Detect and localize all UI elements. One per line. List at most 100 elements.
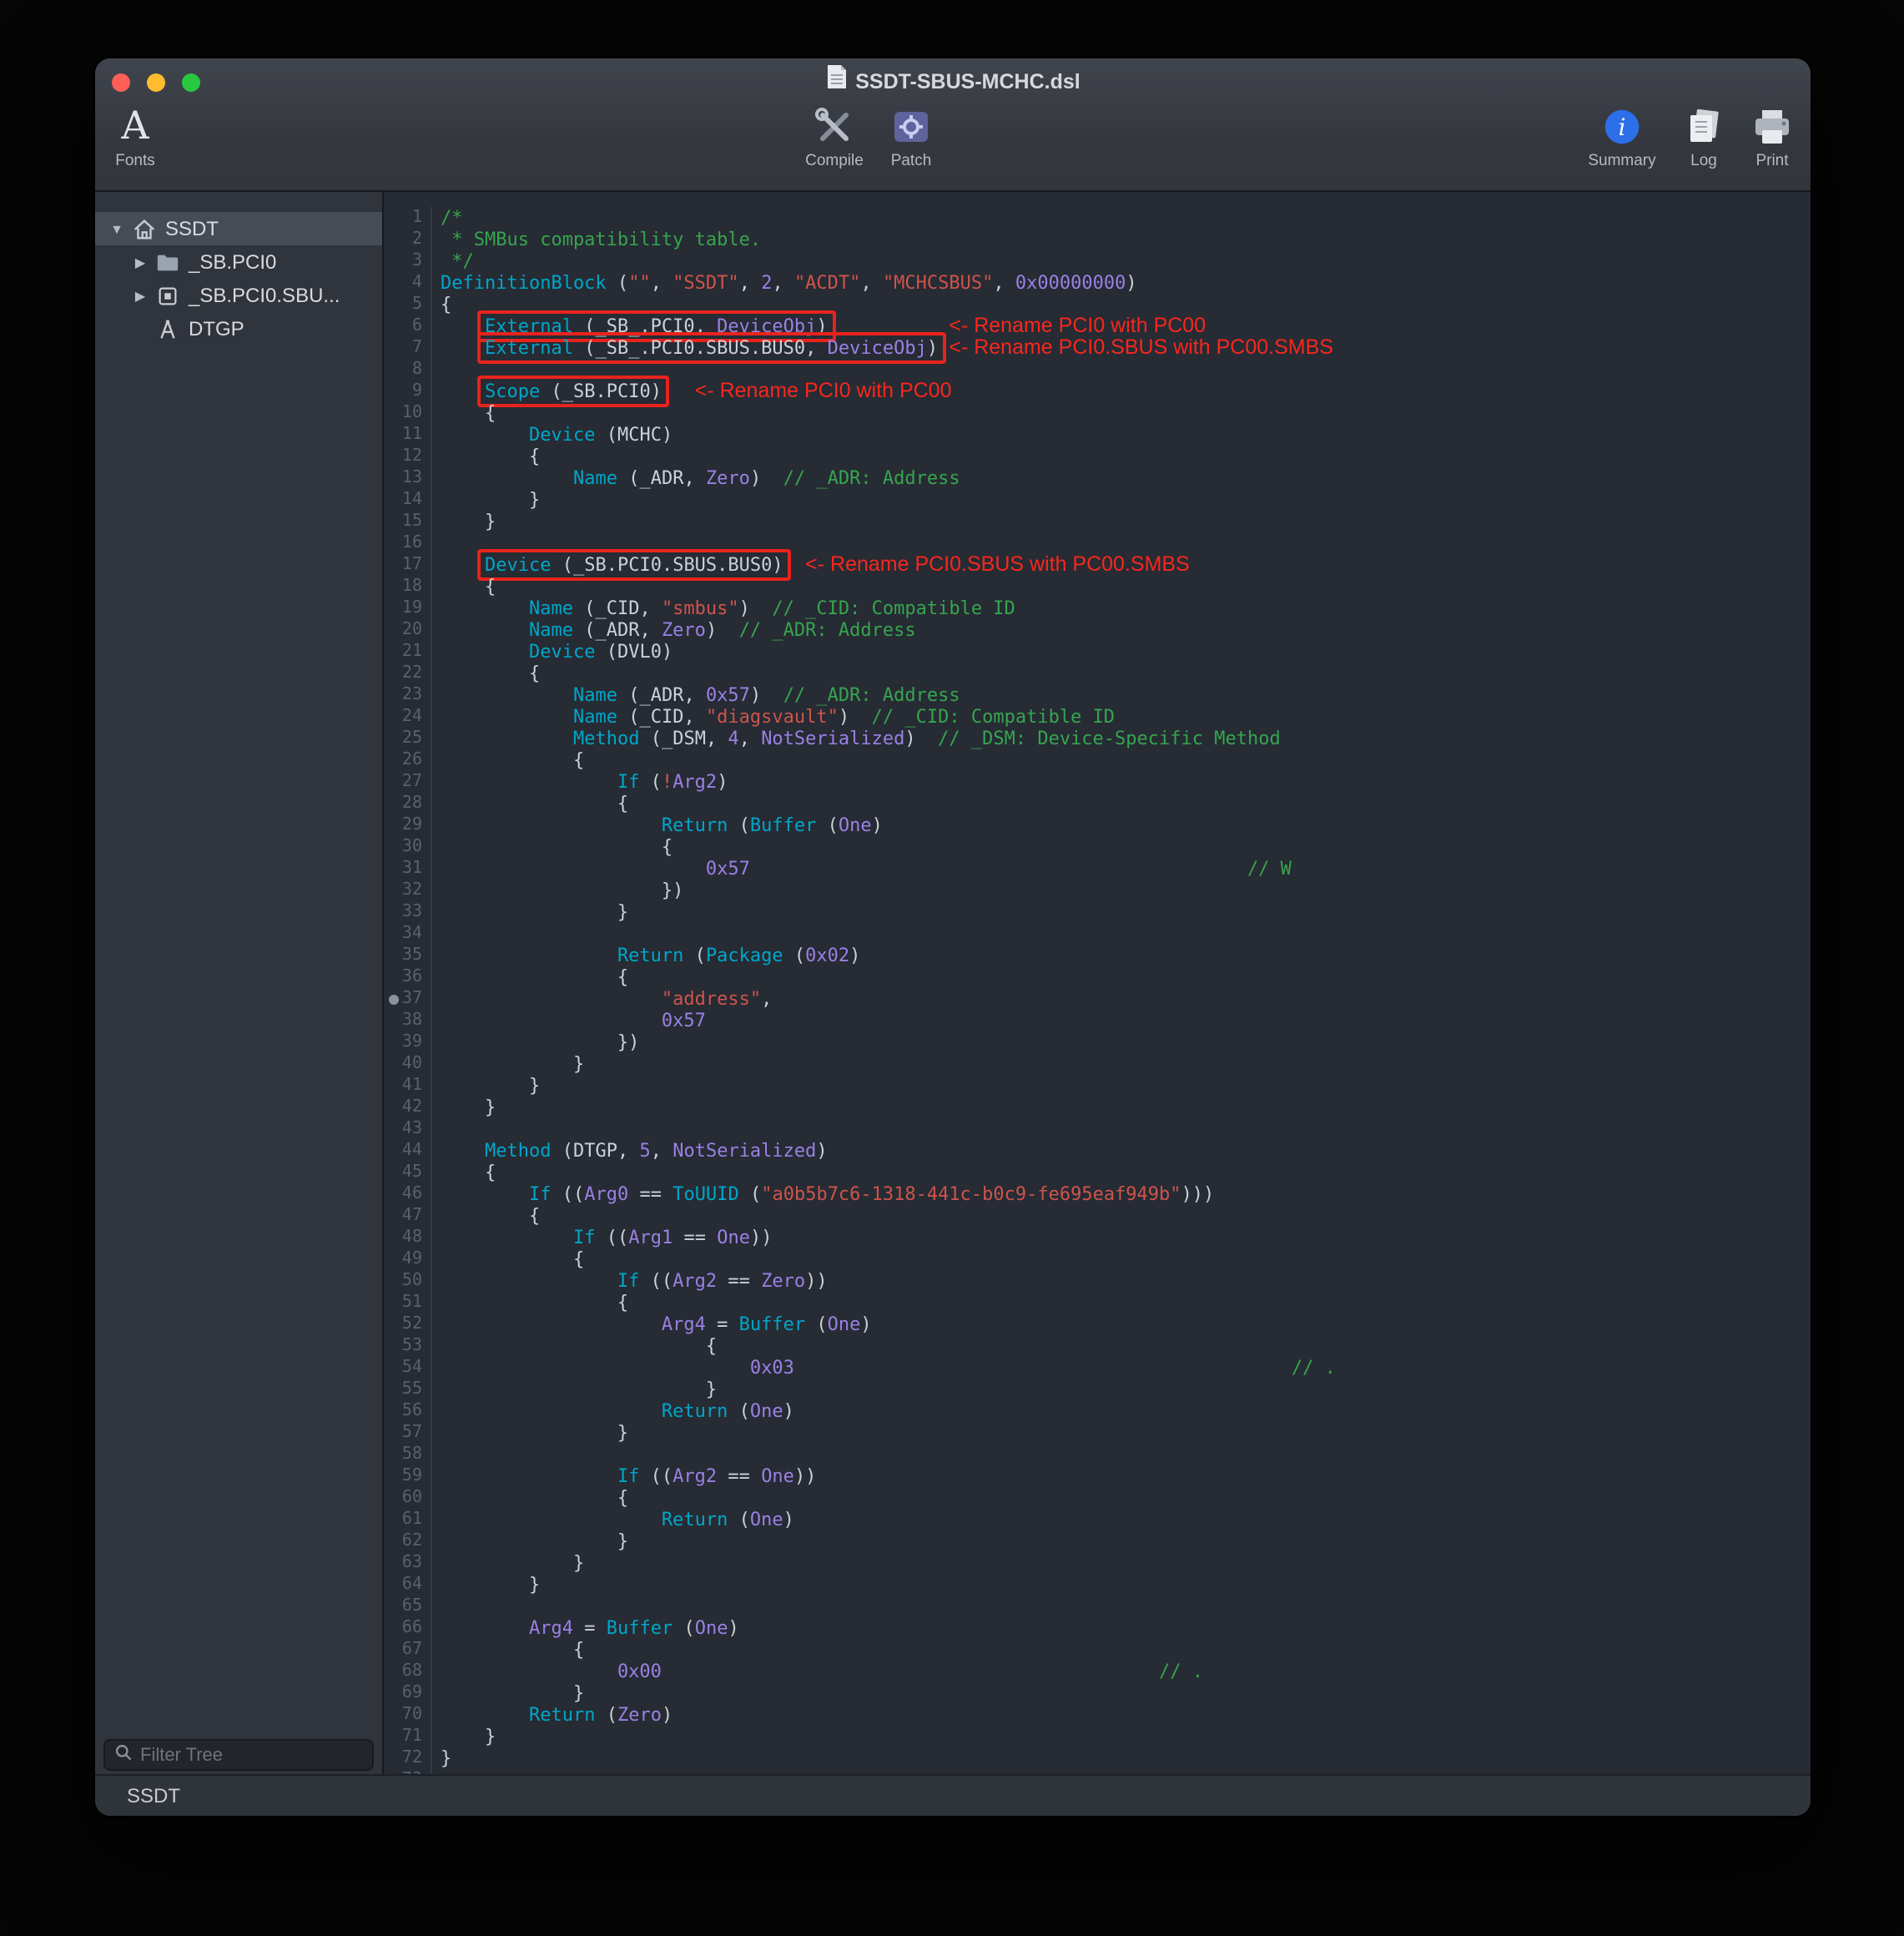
- line-number: 47: [384, 1205, 432, 1227]
- desktop-background: SSDT-SBUS-MCHC.dsl A Fonts Compile: [0, 0, 1904, 1936]
- code-token: =: [573, 1617, 607, 1639]
- code-line-text: Device (MCHC): [432, 424, 672, 446]
- disclosure-closed-icon[interactable]: ▶: [128, 288, 152, 303]
- code-token: [794, 1357, 1292, 1379]
- code-line-row: 69 }: [384, 1682, 1811, 1704]
- code-line-row: 52 Arg4 = Buffer (One): [384, 1313, 1811, 1335]
- code-token: Package: [706, 945, 783, 966]
- svg-text:i: i: [1619, 113, 1626, 141]
- code-line-text: {: [432, 446, 540, 467]
- code-token: Name: [573, 684, 617, 706]
- filter-placeholder: Filter Tree: [140, 1745, 223, 1765]
- line-number: 4: [384, 272, 432, 294]
- patch-button[interactable]: Patch: [864, 103, 958, 170]
- code-token: )): [750, 1227, 773, 1248]
- code-line-text: }: [432, 1379, 717, 1400]
- code-token: ): [717, 771, 728, 793]
- sidebar-item-ssdt[interactable]: ▼SSDT: [95, 212, 382, 245]
- disclosure-open-icon[interactable]: ▼: [105, 221, 128, 236]
- code-token: Arg2: [672, 1465, 717, 1487]
- line-number: 29: [384, 814, 432, 836]
- line-number: 16: [384, 532, 432, 554]
- code-line-row: 19 Name (_CID, "smbus") // _CID: Compati…: [384, 597, 1811, 619]
- code-token: {: [441, 576, 496, 597]
- code-token: [441, 1509, 662, 1530]
- filter-tree-input[interactable]: Filter Tree: [103, 1739, 374, 1771]
- summary-button[interactable]: i Summary: [1575, 103, 1669, 170]
- rename-highlight-box: Device (_SB.PCI0.SBUS.BUS0): [476, 549, 792, 581]
- code-token: {: [441, 294, 451, 315]
- code-line-row: 14 }: [384, 489, 1811, 511]
- code-token: (: [728, 1400, 750, 1422]
- code-line-row: 27 If (!Arg2): [384, 771, 1811, 793]
- code-line-text: Device (DVL0): [432, 641, 672, 663]
- code-token: // W: [1247, 858, 1292, 880]
- compile-icon: [813, 103, 856, 150]
- disclosure-closed-icon[interactable]: ▶: [128, 255, 152, 270]
- code-line-text: {: [432, 294, 451, 315]
- code-line-row: 11 Device (MCHC): [384, 424, 1811, 446]
- code-token: [441, 1704, 529, 1726]
- sidebar-item--sb-pci0-sbu-[interactable]: ▶_SB.PCI0.SBU...: [95, 279, 382, 312]
- code-token: [783, 554, 806, 576]
- code-line-text: {: [432, 793, 628, 814]
- code-line-row: 61 Return (One): [384, 1509, 1811, 1530]
- code-token: Name: [573, 467, 617, 489]
- rename-annotation: <- Rename PCI0 with PC00: [695, 379, 952, 402]
- sidebar-tree: ▼SSDT▶_SB.PCI0▶_SB.PCI0.SBU...DTGP: [95, 192, 382, 345]
- code-token: One: [695, 1617, 728, 1639]
- code-line-row: 40 }: [384, 1053, 1811, 1075]
- code-line-row: 43: [384, 1118, 1811, 1140]
- line-number: 9: [384, 381, 432, 402]
- line-number: 52: [384, 1313, 432, 1335]
- code-token: Return: [617, 945, 684, 966]
- code-line-row: 7 External (_SB_.PCI0.SBUS.BUS0, DeviceO…: [384, 337, 1811, 359]
- code-token: 0x57: [662, 1010, 706, 1031]
- code-token: [441, 684, 573, 706]
- line-number: 17: [384, 554, 432, 576]
- code-token: }: [441, 1574, 540, 1596]
- code-line-text: [432, 923, 441, 945]
- code-token: // _ADR: Address: [783, 684, 960, 706]
- code-token: [441, 728, 573, 749]
- code-token: ): [783, 1400, 794, 1422]
- code-token: One: [761, 1465, 794, 1487]
- code-line-row: 56 Return (One): [384, 1400, 1811, 1422]
- code-editor[interactable]: 1/*2 * SMBus compatibility table.3 */4De…: [384, 192, 1811, 1774]
- code-token: [441, 771, 617, 793]
- sidebar-item-dtgp[interactable]: DTGP: [95, 312, 382, 345]
- code-line-row: 26 {: [384, 749, 1811, 771]
- code-line-text: {: [432, 1205, 540, 1227]
- code-line-row: 63 }: [384, 1552, 1811, 1574]
- code-token: )): [794, 1465, 817, 1487]
- code-line-row: 65: [384, 1596, 1811, 1617]
- code-line-row: 54 0x03 // .: [384, 1357, 1811, 1379]
- line-number: 48: [384, 1227, 432, 1248]
- line-number: 64: [384, 1574, 432, 1596]
- print-button[interactable]: Print: [1725, 103, 1811, 170]
- line-number: 49: [384, 1248, 432, 1270]
- home-icon: [130, 215, 157, 242]
- code-token: If: [617, 771, 640, 793]
- line-number: 71: [384, 1726, 432, 1747]
- code-line-row: 33 }: [384, 901, 1811, 923]
- code-token: Return: [662, 1509, 728, 1530]
- code-token: */: [441, 250, 474, 272]
- code-line-text: {: [432, 402, 496, 424]
- code-line-text: {: [432, 663, 540, 684]
- sidebar-item--sb-pci0[interactable]: ▶_SB.PCI0: [95, 245, 382, 279]
- code-token: Name: [529, 597, 573, 619]
- code-token: {: [441, 749, 584, 771]
- code-token: ==: [717, 1465, 761, 1487]
- code-token: * SMBus compatibility table.: [441, 229, 761, 250]
- code-token: One: [750, 1400, 783, 1422]
- code-token: (: [816, 814, 839, 836]
- code-line-text: }: [432, 1682, 584, 1704]
- line-number: 7: [384, 337, 432, 359]
- code-token: Buffer: [739, 1313, 806, 1335]
- fonts-button[interactable]: A Fonts: [95, 103, 182, 170]
- line-number: 63: [384, 1552, 432, 1574]
- code-token: (_CID,: [617, 706, 706, 728]
- code-line-text: 0x00 // .: [432, 1661, 1203, 1682]
- code-line-row: 48 If ((Arg1 == One)): [384, 1227, 1811, 1248]
